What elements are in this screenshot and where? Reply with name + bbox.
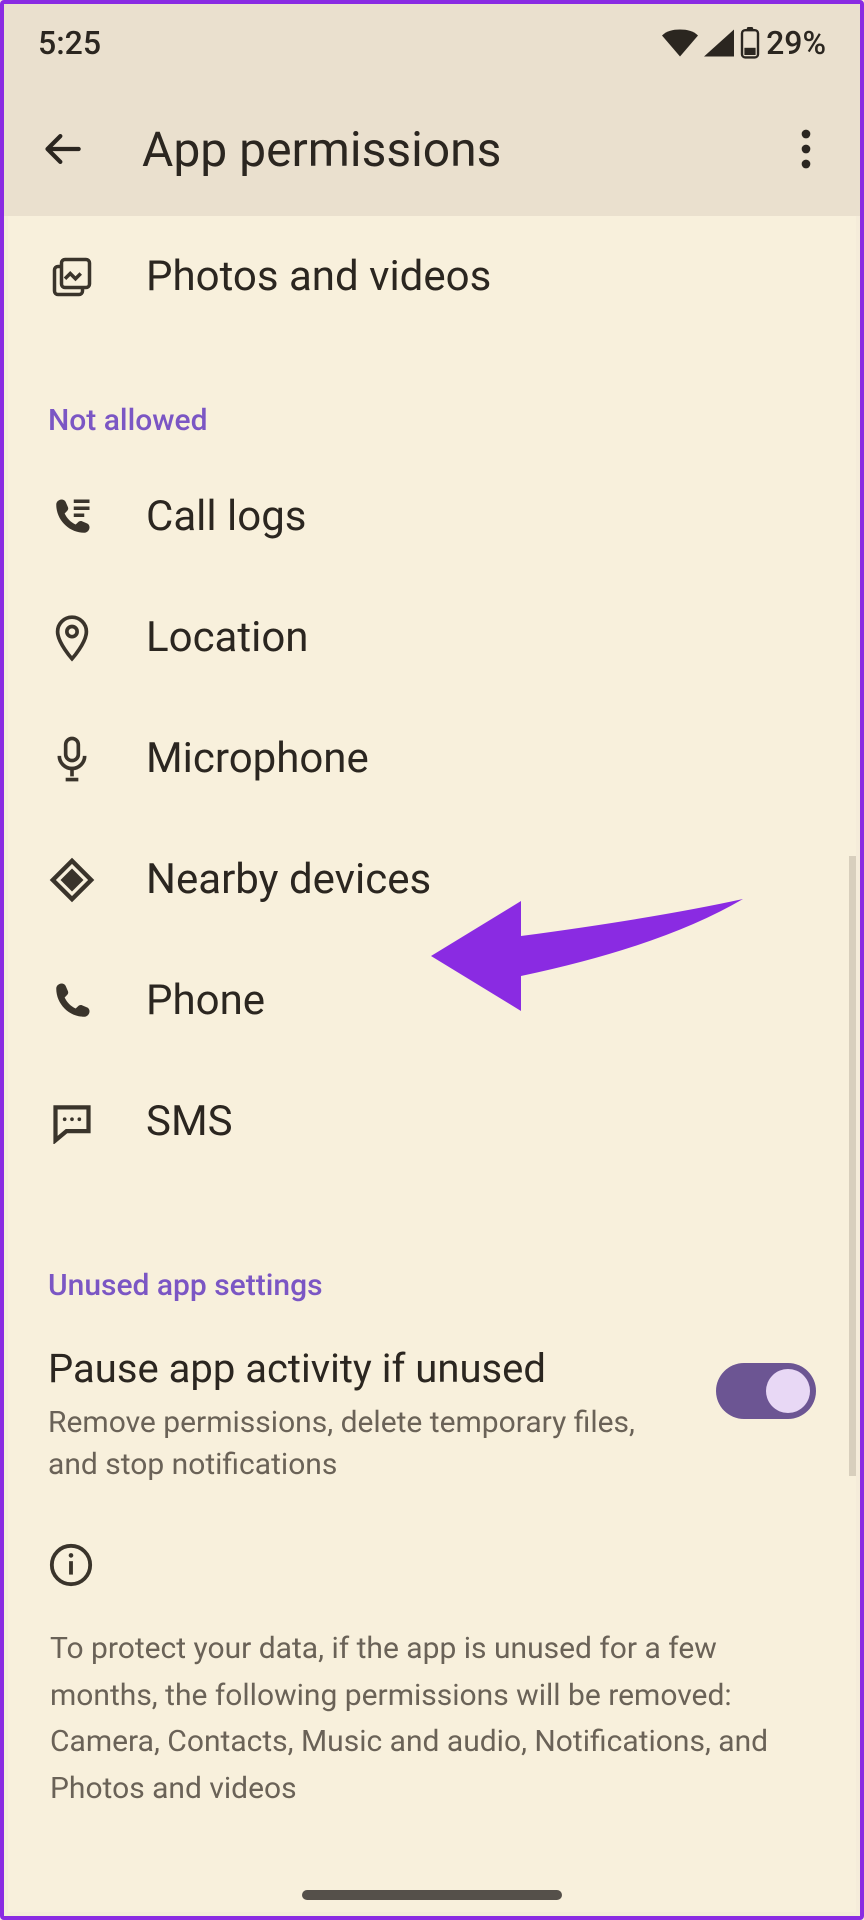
app-bar: App permissions — [4, 82, 860, 216]
pause-activity-toggle[interactable] — [716, 1363, 816, 1419]
permission-photos-videos[interactable]: Photos and videos — [8, 216, 856, 337]
permission-label: Location — [146, 613, 309, 662]
photos-icon — [48, 253, 96, 301]
location-icon — [48, 614, 96, 662]
pause-activity-title: Pause app activity if unused — [48, 1345, 688, 1392]
battery-icon — [740, 27, 760, 59]
page-title: App permissions — [142, 121, 776, 178]
phone-icon — [48, 977, 96, 1025]
sms-icon — [48, 1098, 96, 1146]
permission-label: Microphone — [146, 734, 369, 783]
status-bar: 5:25 29% — [4, 4, 860, 82]
back-arrow-icon — [42, 127, 86, 171]
section-not-allowed: Not allowed — [8, 377, 856, 456]
permission-label: SMS — [146, 1097, 233, 1146]
signal-icon — [704, 29, 734, 57]
back-button[interactable] — [34, 119, 94, 179]
nearby-icon — [48, 856, 96, 904]
info-icon — [8, 1510, 856, 1602]
pause-app-activity-row[interactable]: Pause app activity if unused Remove perm… — [8, 1321, 856, 1510]
permission-nearby-devices[interactable]: Nearby devices — [8, 819, 856, 940]
wifi-icon — [662, 29, 698, 57]
more-menu-button[interactable] — [776, 119, 836, 179]
permission-call-logs[interactable]: Call logs — [8, 456, 856, 577]
microphone-icon — [48, 735, 96, 783]
status-time: 5:25 — [38, 24, 101, 62]
call-logs-icon — [48, 493, 96, 541]
info-text: To protect your data, if the app is unus… — [8, 1602, 856, 1812]
permission-label: Photos and videos — [146, 252, 491, 301]
pause-activity-desc: Remove permissions, delete temporary fil… — [48, 1402, 688, 1486]
more-vert-icon — [801, 129, 811, 169]
permission-label: Nearby devices — [146, 855, 431, 904]
permission-location[interactable]: Location — [8, 577, 856, 698]
scrollbar[interactable] — [849, 856, 856, 1476]
status-right: 29% — [662, 24, 826, 62]
gesture-nav-bar[interactable] — [302, 1890, 562, 1900]
permission-label: Call logs — [146, 492, 306, 541]
section-unused-app: Unused app settings — [8, 1242, 856, 1321]
permission-sms[interactable]: SMS — [8, 1061, 856, 1182]
permission-microphone[interactable]: Microphone — [8, 698, 856, 819]
battery-text: 29% — [766, 24, 826, 62]
toggle-knob — [766, 1369, 810, 1413]
content-area: Photos and videos Not allowed Call logs … — [8, 216, 856, 1912]
permission-phone[interactable]: Phone — [8, 940, 856, 1061]
permission-label: Phone — [146, 976, 265, 1025]
